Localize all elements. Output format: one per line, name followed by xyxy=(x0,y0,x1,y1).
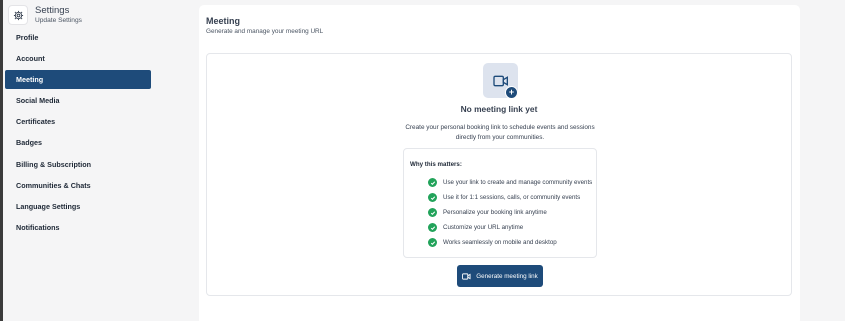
empty-state-title: No meeting link yet xyxy=(460,104,538,114)
sidebar-item-language-settings[interactable]: Language Settings xyxy=(5,197,151,216)
list-item-text: Personalize your booking link anytime xyxy=(443,209,547,216)
sidebar-item-billing-and-subscription[interactable]: Billing & Subscription xyxy=(5,155,151,174)
sidebar-item-account[interactable]: Account xyxy=(5,49,151,68)
sidebar-item-label: Communities & Chats xyxy=(16,180,91,190)
check-circle-icon xyxy=(428,223,437,232)
video-camera-icon xyxy=(462,272,471,280)
list-item: Customize your URL anytime xyxy=(428,220,598,235)
sidebar-title: Settings xyxy=(35,5,70,16)
sidebar-item-label: Social Media xyxy=(16,96,60,106)
gear-icon xyxy=(8,5,28,25)
sidebar-item-social-media[interactable]: Social Media xyxy=(5,91,151,110)
generate-meeting-link-button[interactable]: Generate meeting link xyxy=(457,265,543,287)
list-item-text: Customize your URL anytime xyxy=(443,224,524,231)
list-item: Works seamlessly on mobile and desktop xyxy=(428,235,598,250)
generate-button-label: Generate meeting link xyxy=(476,272,538,280)
page-subtitle: Generate and manage your meeting URL xyxy=(206,28,324,35)
sidebar-item-communities-and-chats[interactable]: Communities & Chats xyxy=(5,176,151,195)
sidebar-item-label: Profile xyxy=(16,33,39,42)
sidebar-header: Settings Update Settings xyxy=(8,5,153,27)
list-item-text: Works seamlessly on mobile and desktop xyxy=(443,239,557,246)
sidebar-item-certificates[interactable]: Certificates xyxy=(5,112,151,131)
check-circle-icon xyxy=(428,193,437,202)
why-box: Why this matters: Use your link to creat… xyxy=(403,148,597,258)
meeting-card: Meeting Generate and manage your meeting… xyxy=(199,5,800,321)
settings-nav: Profile Account Meeting Social Media Certifi… xyxy=(5,28,151,239)
why-title: Why this matters: xyxy=(410,161,462,168)
empty-state-description: Create your personal booking link to sch… xyxy=(405,124,595,141)
sidebar-item-label: Language Settings xyxy=(16,201,81,211)
sidebar-item-label: Notifications xyxy=(16,222,60,232)
check-circle-icon xyxy=(428,208,437,217)
sidebar-item-notifications[interactable]: Notifications xyxy=(5,218,151,237)
list-item: Use it for 1:1 sessions, calls, or commu… xyxy=(428,190,598,205)
settings-sidebar: Settings Update Settings Profile Account M… xyxy=(3,0,155,321)
list-item-text: Use it for 1:1 sessions, calls, or commu… xyxy=(443,194,581,201)
sidebar-item-meeting[interactable]: Meeting xyxy=(5,70,151,90)
plus-icon: + xyxy=(505,86,518,99)
why-list: Use your link to create and manage commu… xyxy=(428,175,598,250)
list-item: Personalize your booking link anytime xyxy=(428,205,598,220)
check-circle-icon xyxy=(428,178,437,187)
list-item-text: Use your link to create and manage commu… xyxy=(443,179,593,186)
page-title: Meeting xyxy=(206,16,241,26)
sidebar-item-label: Meeting xyxy=(16,75,44,85)
sidebar-item-label: Account xyxy=(16,54,45,64)
sidebar-item-badges[interactable]: Badges xyxy=(5,133,151,152)
sidebar-item-profile[interactable]: Profile xyxy=(5,28,151,47)
sidebar-item-label: Certificates xyxy=(16,117,56,127)
check-circle-icon xyxy=(428,238,437,247)
list-item: Use your link to create and manage commu… xyxy=(428,175,598,190)
empty-state-panel: + No meeting link yet Create your person… xyxy=(206,53,792,296)
sidebar-item-label: Badges xyxy=(16,138,42,148)
sidebar-item-label: Billing & Subscription xyxy=(16,159,92,169)
sidebar-subtitle: Update Settings xyxy=(35,17,82,24)
